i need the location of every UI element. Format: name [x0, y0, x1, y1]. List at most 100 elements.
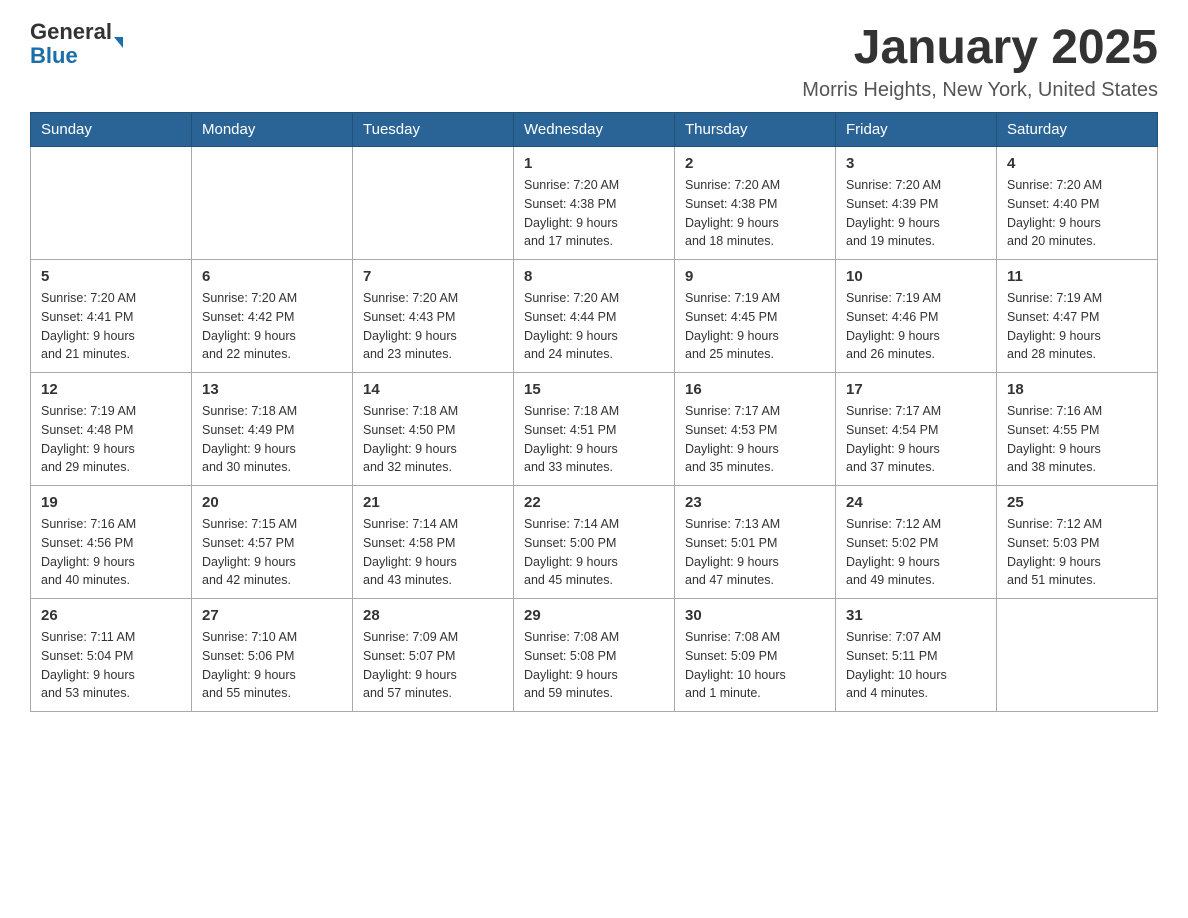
day-number: 4 — [1007, 155, 1147, 172]
logo-blue: Blue — [30, 44, 112, 68]
calendar-cell: 28 Sunrise: 7:09 AMSunset: 5:07 PMDayligh… — [353, 599, 514, 712]
day-number: 5 — [41, 268, 181, 285]
calendar-cell: 11 Sunrise: 7:19 AMSunset: 4:47 PMDayligh… — [997, 260, 1158, 373]
day-info: Sunrise: 7:19 AMSunset: 4:48 PMDaylight:… — [41, 402, 181, 477]
day-number: 17 — [846, 381, 986, 398]
calendar-cell: 2 Sunrise: 7:20 AMSunset: 4:38 PMDaylight… — [675, 147, 836, 260]
calendar-week-3: 12 Sunrise: 7:19 AMSunset: 4:48 PMDayligh… — [31, 373, 1158, 486]
calendar-cell: 29Sunrise: 7:08 AMSunset: 5:08 PMDayligh… — [514, 599, 675, 712]
day-info: Sunrise: 7:19 AMSunset: 4:47 PMDaylight:… — [1007, 289, 1147, 364]
day-info: Sunrise: 7:14 AMSunset: 4:58 PMDaylight:… — [363, 515, 503, 590]
calendar-cell: 15Sunrise: 7:18 AMSunset: 4:51 PMDayligh… — [514, 373, 675, 486]
day-number: 3 — [846, 155, 986, 172]
day-of-week-friday: Friday — [836, 113, 997, 147]
day-info: Sunrise: 7:07 AMSunset: 5:11 PMDaylight:… — [846, 628, 986, 703]
day-number: 28 — [363, 607, 503, 624]
calendar-cell: 23 Sunrise: 7:13 AMSunset: 5:01 PMDayligh… — [675, 486, 836, 599]
day-number: 23 — [685, 494, 825, 511]
day-of-week-sunday: Sunday — [31, 113, 192, 147]
calendar-cell: 24 Sunrise: 7:12 AMSunset: 5:02 PMDayligh… — [836, 486, 997, 599]
day-info: Sunrise: 7:20 AMSunset: 4:40 PMDaylight:… — [1007, 176, 1147, 251]
day-info: Sunrise: 7:12 AMSunset: 5:03 PMDaylight:… — [1007, 515, 1147, 590]
day-info: Sunrise: 7:11 AMSunset: 5:04 PMDaylight:… — [41, 628, 181, 703]
day-number: 25 — [1007, 494, 1147, 511]
page-header: General Blue January 2025 Morris Heights… — [30, 20, 1158, 102]
day-number: 20 — [202, 494, 342, 511]
day-info: Sunrise: 7:20 AMSunset: 4:42 PMDaylight:… — [202, 289, 342, 364]
day-number: 2 — [685, 155, 825, 172]
calendar-cell — [997, 599, 1158, 712]
logo: General Blue — [30, 20, 123, 68]
calendar-cell: 10 Sunrise: 7:19 AMSunset: 4:46 PMDayligh… — [836, 260, 997, 373]
day-number: 29 — [524, 607, 664, 624]
calendar-cell: 21Sunrise: 7:14 AMSunset: 4:58 PMDayligh… — [353, 486, 514, 599]
day-info: Sunrise: 7:16 AMSunset: 4:56 PMDaylight:… — [41, 515, 181, 590]
day-of-week-saturday: Saturday — [997, 113, 1158, 147]
day-number: 31 — [846, 607, 986, 624]
day-info: Sunrise: 7:20 AMSunset: 4:44 PMDaylight:… — [524, 289, 664, 364]
calendar-cell: 18 Sunrise: 7:16 AMSunset: 4:55 PMDayligh… — [997, 373, 1158, 486]
calendar-cell: 7Sunrise: 7:20 AMSunset: 4:43 PMDaylight… — [353, 260, 514, 373]
calendar-week-4: 19 Sunrise: 7:16 AMSunset: 4:56 PMDayligh… — [31, 486, 1158, 599]
calendar-cell: 17 Sunrise: 7:17 AMSunset: 4:54 PMDayligh… — [836, 373, 997, 486]
calendar-table: SundayMondayTuesdayWednesdayThursdayFrid… — [30, 112, 1158, 712]
day-number: 14 — [363, 381, 503, 398]
day-info: Sunrise: 7:19 AMSunset: 4:46 PMDaylight:… — [846, 289, 986, 364]
day-info: Sunrise: 7:16 AMSunset: 4:55 PMDaylight:… — [1007, 402, 1147, 477]
day-number: 10 — [846, 268, 986, 285]
calendar-cell: 12 Sunrise: 7:19 AMSunset: 4:48 PMDayligh… — [31, 373, 192, 486]
day-info: Sunrise: 7:20 AMSunset: 4:38 PMDaylight:… — [685, 176, 825, 251]
calendar-week-1: 1Sunrise: 7:20 AMSunset: 4:38 PMDaylight… — [31, 147, 1158, 260]
day-info: Sunrise: 7:10 AMSunset: 5:06 PMDaylight:… — [202, 628, 342, 703]
title-area: January 2025 Morris Heights, New York, U… — [802, 20, 1158, 102]
calendar-cell: 22 Sunrise: 7:14 AMSunset: 5:00 PMDayligh… — [514, 486, 675, 599]
calendar-cell: 1Sunrise: 7:20 AMSunset: 4:38 PMDaylight… — [514, 147, 675, 260]
day-info: Sunrise: 7:20 AMSunset: 4:38 PMDaylight:… — [524, 176, 664, 251]
calendar-cell: 13Sunrise: 7:18 AMSunset: 4:49 PMDayligh… — [192, 373, 353, 486]
calendar-cell: 5Sunrise: 7:20 AMSunset: 4:41 PMDaylight… — [31, 260, 192, 373]
calendar-cell — [31, 147, 192, 260]
calendar-cell: 30Sunrise: 7:08 AMSunset: 5:09 PMDayligh… — [675, 599, 836, 712]
day-info: Sunrise: 7:12 AMSunset: 5:02 PMDaylight:… — [846, 515, 986, 590]
day-number: 30 — [685, 607, 825, 624]
day-info: Sunrise: 7:18 AMSunset: 4:49 PMDaylight:… — [202, 402, 342, 477]
day-number: 18 — [1007, 381, 1147, 398]
calendar-cell: 20 Sunrise: 7:15 AMSunset: 4:57 PMDayligh… — [192, 486, 353, 599]
calendar-cell: 14 Sunrise: 7:18 AMSunset: 4:50 PMDayligh… — [353, 373, 514, 486]
day-of-week-thursday: Thursday — [675, 113, 836, 147]
calendar-cell: 16Sunrise: 7:17 AMSunset: 4:53 PMDayligh… — [675, 373, 836, 486]
day-info: Sunrise: 7:19 AMSunset: 4:45 PMDaylight:… — [685, 289, 825, 364]
day-number: 24 — [846, 494, 986, 511]
day-number: 12 — [41, 381, 181, 398]
calendar-cell: 8 Sunrise: 7:20 AMSunset: 4:44 PMDaylight… — [514, 260, 675, 373]
day-number: 6 — [202, 268, 342, 285]
calendar-week-2: 5Sunrise: 7:20 AMSunset: 4:41 PMDaylight… — [31, 260, 1158, 373]
day-number: 7 — [363, 268, 503, 285]
calendar-cell: 4 Sunrise: 7:20 AMSunset: 4:40 PMDaylight… — [997, 147, 1158, 260]
calendar-subtitle: Morris Heights, New York, United States — [802, 79, 1158, 102]
calendar-title: January 2025 — [802, 20, 1158, 75]
day-info: Sunrise: 7:15 AMSunset: 4:57 PMDaylight:… — [202, 515, 342, 590]
day-number: 16 — [685, 381, 825, 398]
calendar-cell: 26 Sunrise: 7:11 AMSunset: 5:04 PMDayligh… — [31, 599, 192, 712]
calendar-cell — [353, 147, 514, 260]
day-info: Sunrise: 7:09 AMSunset: 5:07 PMDaylight:… — [363, 628, 503, 703]
calendar-cell: 27Sunrise: 7:10 AMSunset: 5:06 PMDayligh… — [192, 599, 353, 712]
day-of-week-wednesday: Wednesday — [514, 113, 675, 147]
day-number: 15 — [524, 381, 664, 398]
day-number: 8 — [524, 268, 664, 285]
day-info: Sunrise: 7:13 AMSunset: 5:01 PMDaylight:… — [685, 515, 825, 590]
calendar-cell: 3Sunrise: 7:20 AMSunset: 4:39 PMDaylight… — [836, 147, 997, 260]
day-number: 26 — [41, 607, 181, 624]
day-number: 22 — [524, 494, 664, 511]
day-info: Sunrise: 7:17 AMSunset: 4:54 PMDaylight:… — [846, 402, 986, 477]
calendar-header-row: SundayMondayTuesdayWednesdayThursdayFrid… — [31, 113, 1158, 147]
day-number: 19 — [41, 494, 181, 511]
day-info: Sunrise: 7:14 AMSunset: 5:00 PMDaylight:… — [524, 515, 664, 590]
calendar-cell: 6 Sunrise: 7:20 AMSunset: 4:42 PMDaylight… — [192, 260, 353, 373]
day-info: Sunrise: 7:18 AMSunset: 4:50 PMDaylight:… — [363, 402, 503, 477]
logo-triangle-icon — [114, 37, 123, 48]
calendar-cell: 9Sunrise: 7:19 AMSunset: 4:45 PMDaylight… — [675, 260, 836, 373]
day-number: 11 — [1007, 268, 1147, 285]
calendar-cell: 19 Sunrise: 7:16 AMSunset: 4:56 PMDayligh… — [31, 486, 192, 599]
